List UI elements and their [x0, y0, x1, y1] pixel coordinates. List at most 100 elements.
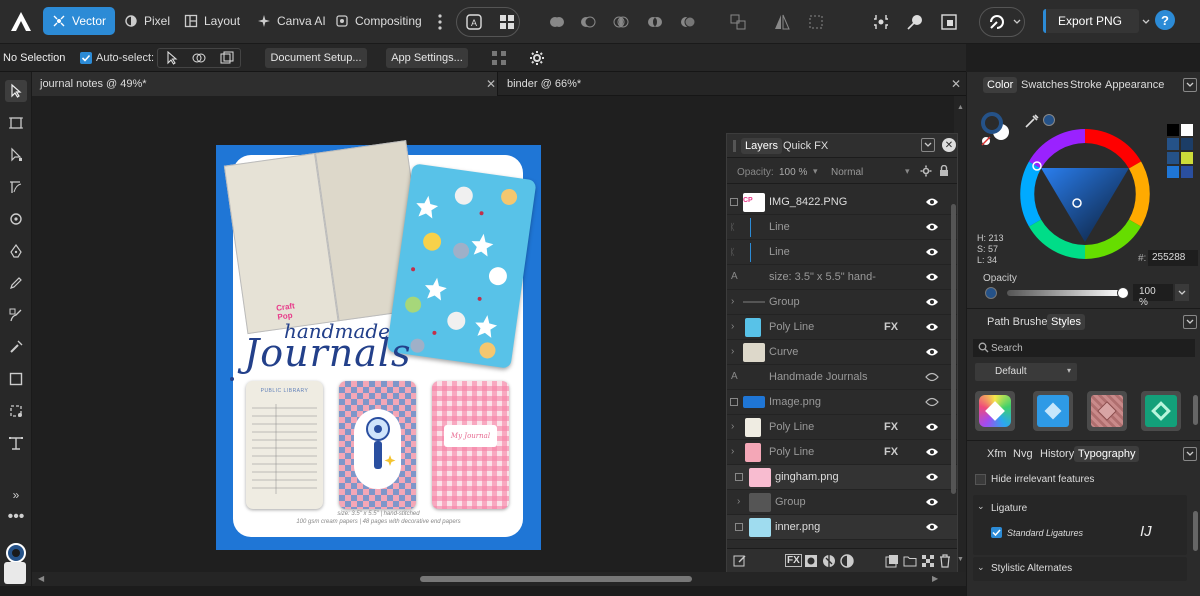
tab-quick-fx[interactable]: Quick FX: [779, 138, 832, 154]
scroll-up-arrow[interactable]: ▲: [957, 104, 964, 112]
layer-row[interactable]: › Poly Line FX: [727, 415, 957, 440]
caption-line-2[interactable]: 100 gsm cream papers | 48 pages with dec…: [216, 519, 541, 525]
flip-horizontal-icon[interactable]: [771, 11, 793, 33]
tab-stroke[interactable]: Stroke: [1066, 77, 1106, 93]
chevron-right-icon[interactable]: ›: [731, 446, 734, 457]
fill-stroke-swatch[interactable]: [4, 562, 26, 584]
hide-irrelevant-checkbox[interactable]: [975, 474, 986, 485]
tab-styles[interactable]: Styles: [1047, 314, 1085, 330]
edit-layer-icon[interactable]: [733, 554, 747, 568]
intersect-select-icon[interactable]: [188, 47, 210, 69]
export-png-button[interactable]: Export PNG: [1043, 9, 1139, 33]
opacity-input[interactable]: 100 %: [1133, 284, 1173, 308]
scroll-thumb[interactable]: [420, 576, 692, 582]
fx-badge[interactable]: FX: [884, 446, 898, 458]
tab-binder[interactable]: binder @ 66%* ✕: [499, 72, 966, 96]
document-setup-button[interactable]: Document Setup...: [265, 48, 367, 68]
constrain-icon[interactable]: [938, 11, 960, 33]
chevron-down-icon[interactable]: ▾: [905, 166, 910, 177]
tab-typography[interactable]: Typography: [1074, 446, 1140, 462]
layer-row[interactable]: › Poly Line FX: [727, 315, 957, 340]
color-swatch-icon[interactable]: [5, 542, 27, 564]
tab-nvg[interactable]: Nvg: [1009, 446, 1037, 462]
eye-icon[interactable]: [925, 221, 939, 233]
expand-icon[interactable]: [730, 398, 738, 406]
more-tools-icon[interactable]: •••: [5, 506, 27, 528]
layer-row[interactable]: › Curve: [727, 340, 957, 365]
style-preset-green[interactable]: [1141, 391, 1181, 431]
arrange-icon[interactable]: [727, 11, 749, 33]
layer-row[interactable]: › Group: [727, 290, 957, 315]
pointer-icon[interactable]: [161, 47, 183, 69]
pen-tool-icon[interactable]: [5, 240, 27, 262]
blend-mode-select[interactable]: Normal: [831, 167, 863, 178]
checker-icon[interactable]: [921, 554, 935, 568]
tab-swatches[interactable]: Swatches: [1017, 77, 1073, 93]
more-menu-icon[interactable]: [429, 11, 451, 33]
style-preset-rainbow[interactable]: [975, 391, 1015, 431]
eye-icon[interactable]: [925, 321, 939, 333]
help-button[interactable]: ?: [1155, 10, 1175, 30]
corner-tool-icon[interactable]: [5, 176, 27, 198]
style-preset-pink-texture[interactable]: [1087, 391, 1127, 431]
layer-row[interactable]: gingham.png: [727, 465, 957, 490]
eye-icon[interactable]: [925, 421, 939, 433]
expand-icon[interactable]: [735, 523, 743, 531]
boolean-add-icon[interactable]: [546, 11, 568, 33]
standard-ligatures-checkbox[interactable]: [991, 527, 1002, 538]
fx-badge[interactable]: FX: [884, 421, 898, 433]
eye-hidden-icon[interactable]: [925, 371, 939, 383]
eye-icon[interactable]: [925, 296, 939, 308]
persona-layout[interactable]: Layout: [175, 7, 249, 35]
boolean-intersect-icon[interactable]: [610, 11, 632, 33]
boolean-xor-icon[interactable]: [644, 11, 666, 33]
eye-icon[interactable]: [925, 346, 939, 358]
tab-history[interactable]: History: [1036, 446, 1078, 462]
persona-vector[interactable]: Vector: [43, 7, 116, 35]
tab-xfm[interactable]: Xfm: [983, 446, 1011, 462]
scroll-left-arrow[interactable]: ◀: [38, 574, 44, 583]
layer-row[interactable]: CP IMG_8422.PNG: [727, 190, 957, 215]
app-settings-button[interactable]: App Settings...: [386, 48, 468, 68]
layer-row[interactable]: › Poly Line FX: [727, 440, 957, 465]
chevron-right-icon[interactable]: ›: [731, 346, 734, 357]
document-page[interactable]: Craft Pop handmade Journals PUBLIC LIBRA…: [216, 140, 541, 550]
layer-row[interactable]: ᛕ Line: [727, 240, 957, 265]
chevron-down-icon[interactable]: ▾: [813, 166, 818, 177]
chevron-down-icon[interactable]: [1011, 11, 1023, 33]
transform-icon[interactable]: [805, 11, 827, 33]
shape-builder-icon[interactable]: [5, 208, 27, 230]
align-grid-icon[interactable]: [488, 47, 510, 69]
tab-path-brushes[interactable]: Path Brushes: [983, 314, 1057, 330]
live-filter-icon[interactable]: [840, 554, 854, 568]
gear-icon[interactable]: [920, 165, 932, 177]
crop-tool-icon[interactable]: [5, 400, 27, 422]
move-tool-icon[interactable]: [5, 80, 27, 102]
eye-icon[interactable]: [925, 246, 939, 258]
text-tool-icon[interactable]: [5, 432, 27, 454]
styles-scrollbar[interactable]: [1193, 395, 1198, 425]
grid-view-icon[interactable]: [496, 11, 518, 33]
eye-icon[interactable]: [925, 271, 939, 283]
chevron-right-icon[interactable]: ›: [731, 296, 734, 307]
collapse-panel-icon[interactable]: [1183, 447, 1197, 461]
opacity-slider-handle[interactable]: [1117, 287, 1129, 299]
persona-compositing[interactable]: Compositing: [326, 7, 431, 35]
layers-select-icon[interactable]: [216, 47, 238, 69]
typography-scrollbar[interactable]: [1193, 511, 1198, 551]
adjustment-icon[interactable]: [822, 554, 836, 568]
gear-icon[interactable]: [526, 47, 548, 69]
title-journals[interactable]: Journals: [244, 331, 412, 375]
color-wheel[interactable]: [1019, 128, 1151, 260]
new-layer-icon[interactable]: [885, 554, 899, 568]
vector-brush-icon[interactable]: [5, 304, 27, 326]
mask-icon[interactable]: [804, 554, 818, 568]
recent-colors-grid[interactable]: [1167, 124, 1195, 188]
layer-row[interactable]: inner.png: [727, 515, 957, 540]
stylistic-alternates-header[interactable]: Stylistic Alternates: [991, 563, 1072, 574]
chevron-right-icon[interactable]: ›: [731, 321, 734, 332]
horizontal-scrollbar[interactable]: ◀ ▶: [32, 572, 966, 586]
fx-badge[interactable]: FX: [884, 321, 898, 333]
boolean-subtract-icon[interactable]: [577, 11, 599, 33]
eye-icon[interactable]: [925, 196, 939, 208]
